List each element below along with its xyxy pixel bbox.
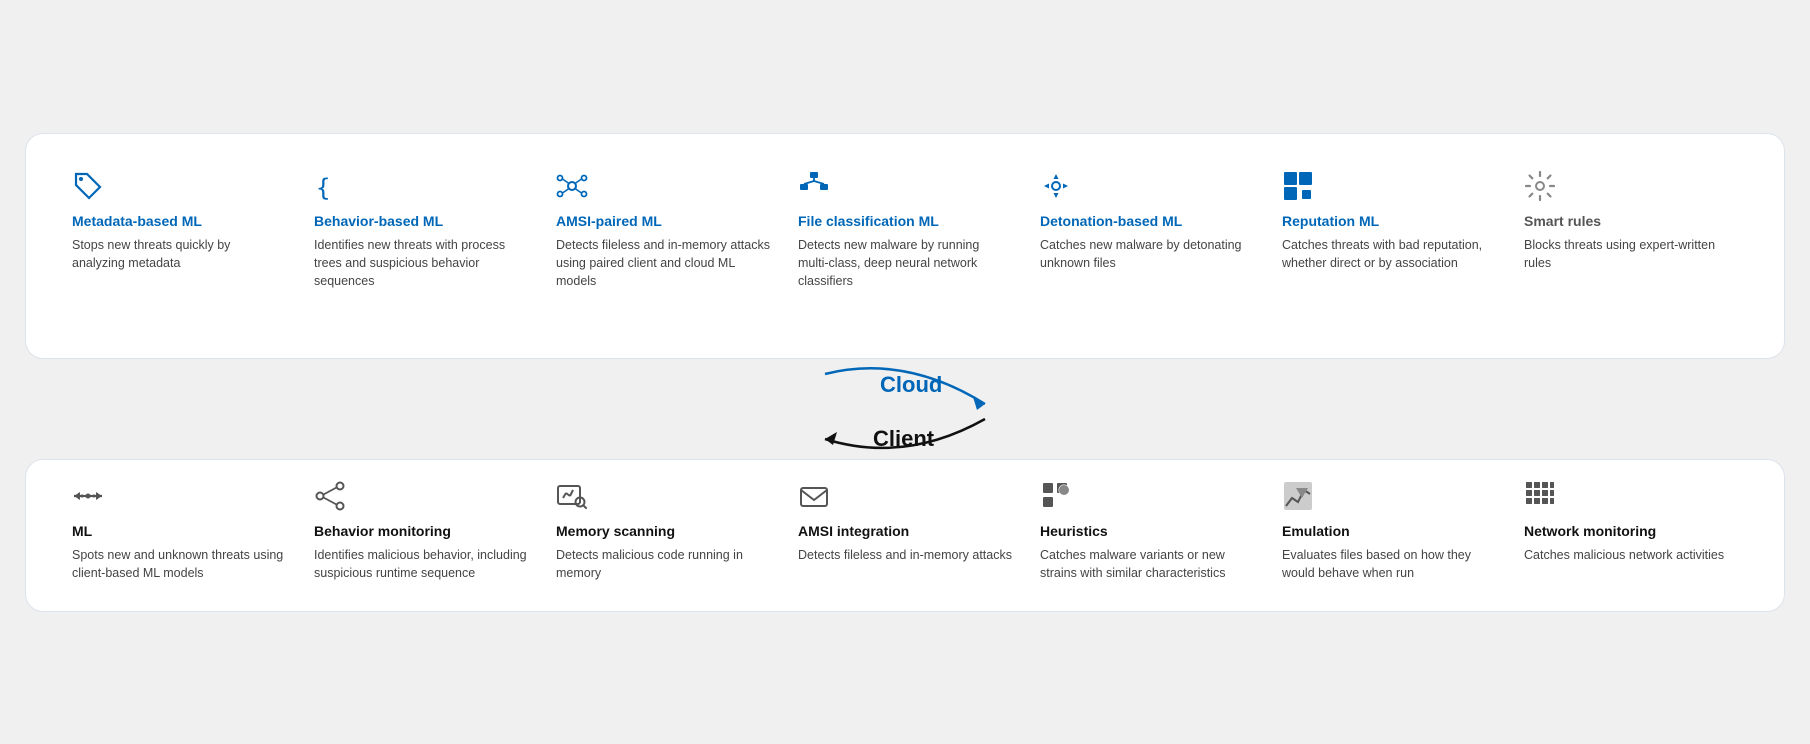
cloud-smart-rules-desc: Blocks threats using expert-written rule… bbox=[1524, 236, 1738, 272]
dots-grid-icon bbox=[1040, 480, 1254, 516]
cloud-reputation-ml-desc: Catches threats with bad reputation, whe… bbox=[1282, 236, 1496, 272]
cloud-detonation-ml-desc: Catches new malware by detonating unknow… bbox=[1040, 236, 1254, 272]
chart-search-icon bbox=[556, 480, 770, 516]
arrows-lr-icon bbox=[72, 480, 286, 516]
svg-text:Cloud: Cloud bbox=[880, 372, 942, 397]
client-item-memory-scanning: Memory scanning Detects malicious code r… bbox=[542, 472, 784, 590]
tag-icon bbox=[72, 170, 286, 206]
client-item-behavior-monitoring: Behavior monitoring Identifies malicious… bbox=[300, 472, 542, 590]
cloud-item-reputation-ml: Reputation ML Catches threats with bad r… bbox=[1268, 162, 1510, 299]
svg-text:Client: Client bbox=[873, 426, 935, 451]
cloud-reputation-ml-title: Reputation ML bbox=[1282, 212, 1496, 230]
client-behavior-monitoring-title: Behavior monitoring bbox=[314, 522, 528, 540]
cloud-amsi-ml-title: AMSI-paired ML bbox=[556, 212, 770, 230]
gear-icon bbox=[1524, 170, 1738, 206]
cloud-behavior-ml-desc: Identifies new threats with process tree… bbox=[314, 236, 528, 290]
client-item-heuristics: Heuristics Catches malware variants or n… bbox=[1026, 472, 1268, 590]
client-behavior-monitoring-desc: Identifies malicious behavior, including… bbox=[314, 546, 528, 582]
hierarchy-icon bbox=[798, 170, 1012, 206]
move-icon bbox=[1040, 170, 1254, 206]
client-heuristics-desc: Catches malware variants or new strains … bbox=[1040, 546, 1254, 582]
client-emulation-title: Emulation bbox=[1282, 522, 1496, 540]
cloud-file-ml-desc: Detects new malware by running multi-cla… bbox=[798, 236, 1012, 290]
client-amsi-integration-title: AMSI integration bbox=[798, 522, 1012, 540]
client-items-row: ML Spots new and unknown threats using c… bbox=[58, 472, 1752, 590]
cloud-metadata-ml-desc: Stops new threats quickly by analyzing m… bbox=[72, 236, 286, 272]
client-memory-scanning-desc: Detects malicious code running in memory bbox=[556, 546, 770, 582]
network-icon bbox=[556, 170, 770, 206]
cloud-amsi-ml-desc: Detects fileless and in-memory attacks u… bbox=[556, 236, 770, 290]
mountain-chart-icon bbox=[1282, 480, 1496, 516]
grid-blocks-icon bbox=[1524, 480, 1738, 516]
client-network-monitoring-desc: Catches malicious network activities bbox=[1524, 546, 1738, 564]
envelope-icon bbox=[798, 480, 1012, 516]
client-amsi-integration-desc: Detects fileless and in-memory attacks bbox=[798, 546, 1012, 564]
cloud-panel: Metadata-based ML Stops new threats quic… bbox=[25, 133, 1785, 360]
cloud-file-ml-title: File classification ML bbox=[798, 212, 1012, 230]
middle-transition: Cloud Client bbox=[25, 359, 1785, 459]
squares-icon bbox=[1282, 170, 1496, 206]
braces-icon: { } bbox=[314, 170, 528, 206]
client-network-monitoring-title: Network monitoring bbox=[1524, 522, 1738, 540]
cloud-behavior-ml-title: Behavior-based ML bbox=[314, 212, 528, 230]
svg-text:{ }: { } bbox=[316, 174, 346, 202]
client-item-network-monitoring: Network monitoring Catches malicious net… bbox=[1510, 472, 1752, 590]
client-ml-title: ML bbox=[72, 522, 286, 540]
client-item-ml: ML Spots new and unknown threats using c… bbox=[58, 472, 300, 590]
cloud-item-behavior-ml: { } Behavior-based ML Identifies new thr… bbox=[300, 162, 542, 299]
client-panel: ML Spots new and unknown threats using c… bbox=[25, 459, 1785, 611]
client-item-emulation: Emulation Evaluates files based on how t… bbox=[1268, 472, 1510, 590]
share-icon bbox=[314, 480, 528, 516]
client-item-amsi-integration: AMSI integration Detects fileless and in… bbox=[784, 472, 1026, 590]
cloud-item-metadata-ml: Metadata-based ML Stops new threats quic… bbox=[58, 162, 300, 299]
cloud-metadata-ml-title: Metadata-based ML bbox=[72, 212, 286, 230]
cloud-item-smart-rules: Smart rules Blocks threats using expert-… bbox=[1510, 162, 1752, 299]
cloud-item-detonation-ml: Detonation-based ML Catches new malware … bbox=[1026, 162, 1268, 299]
cloud-detonation-ml-title: Detonation-based ML bbox=[1040, 212, 1254, 230]
cloud-smart-rules-title: Smart rules bbox=[1524, 212, 1738, 230]
client-heuristics-title: Heuristics bbox=[1040, 522, 1254, 540]
client-emulation-desc: Evaluates files based on how they would … bbox=[1282, 546, 1496, 582]
diagram-wrapper: Metadata-based ML Stops new threats quic… bbox=[25, 133, 1785, 612]
cloud-items-row: Metadata-based ML Stops new threats quic… bbox=[58, 162, 1752, 299]
client-ml-desc: Spots new and unknown threats using clie… bbox=[72, 546, 286, 582]
cloud-item-amsi-ml: AMSI-paired ML Detects fileless and in-m… bbox=[542, 162, 784, 299]
client-memory-scanning-title: Memory scanning bbox=[556, 522, 770, 540]
cloud-item-file-ml: File classification ML Detects new malwa… bbox=[784, 162, 1026, 299]
